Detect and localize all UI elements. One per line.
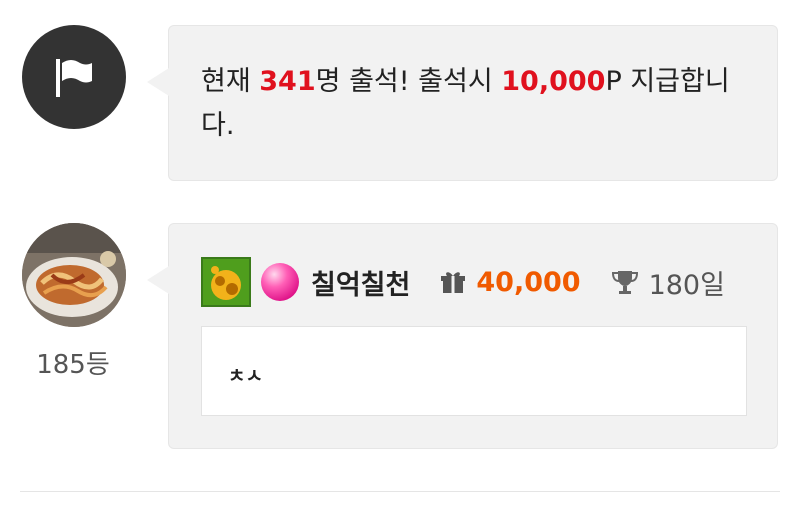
notice-middle: 명 출석! 출석시 [315,66,502,97]
user-points: 40,000 [476,266,581,298]
attendance-count: 341 [259,66,316,97]
gift-icon [441,272,466,293]
attendance-days: 180일 [648,269,725,301]
food-photo-icon [22,223,126,327]
notice-avatar [22,25,126,129]
comment-meta: 칠억칠천 40,000 180일 [201,254,725,310]
nickname[interactable]: 칠억칠천 [311,263,410,302]
level-badge-icon [201,257,251,307]
attendance-notice: 현재 341명 출석! 출석시 10,000P 지급합니다. [147,25,778,181]
pink-orb-icon [261,263,299,301]
flag-icon [56,59,92,97]
comment-card: 칠억칠천 40,000 180일 ㅊㅅ [147,223,778,449]
user-avatar[interactable] [22,223,126,327]
notice-prefix: 현재 [201,66,260,97]
divider [20,491,780,492]
reward-points: 10,000 [501,66,606,97]
notice-text: 현재 341명 출석! 출석시 10,000P 지급합니다. [201,60,747,148]
trophy-icon [611,271,638,294]
user-rank: 185등 [36,350,110,380]
comment-text: ㅊㅅ [201,326,747,416]
